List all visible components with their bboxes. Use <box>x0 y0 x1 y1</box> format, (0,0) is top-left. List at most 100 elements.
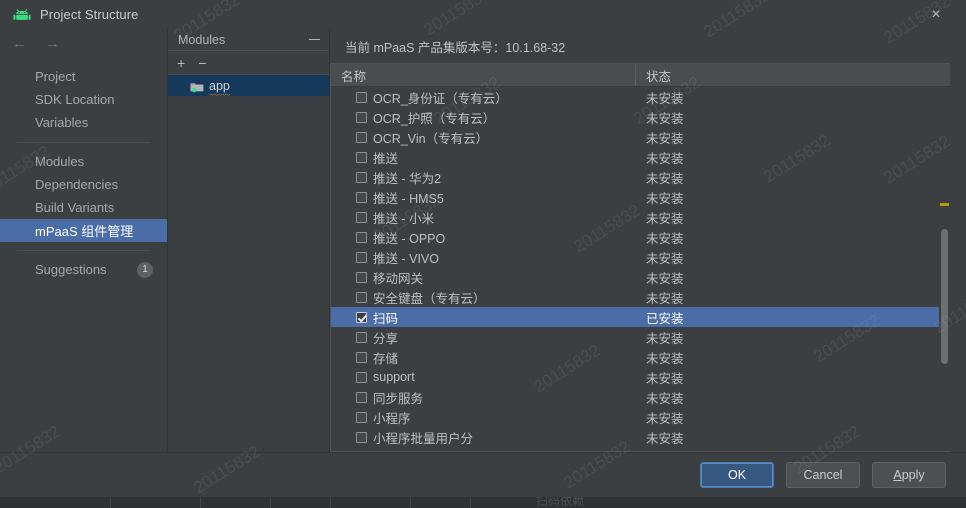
sidebar-item-sdk-location[interactable]: SDK Location <box>0 88 167 111</box>
checkbox-icon[interactable] <box>356 91 367 103</box>
sidebar-item-suggestions[interactable]: Suggestions 1 <box>0 258 167 281</box>
status-badge: 未安装 <box>646 131 684 146</box>
sidebar-divider <box>17 142 150 143</box>
status-badge: 未安装 <box>646 111 684 126</box>
components-table-body[interactable]: OCR_身份证（专有云） 未安装 OCR_护照（专有云） 未安装 OCR_Vin（专有云… <box>331 87 950 451</box>
table-row[interactable]: OCR_护照（专有云） 未安装 <box>331 107 950 127</box>
components-table: 名称 状态 OCR_身份证（专有云） 未安装 OCR_护照（专有云） 未安装 OCR_V… <box>330 63 950 452</box>
cell-component-name: 分享 <box>331 328 636 347</box>
component-name-label: support <box>373 370 415 384</box>
component-name-label: OCR_身份证（专有云） <box>373 91 508 106</box>
sidebar-item-mpaas-component-management[interactable]: mPaaS 组件管理 <box>0 219 167 242</box>
cell-component-name: 安全键盘（专有云） <box>331 288 636 307</box>
table-row[interactable]: 推送 - VIVO 未安装 <box>331 247 950 267</box>
remove-module-button[interactable]: − <box>198 56 206 70</box>
status-badge: 未安装 <box>646 191 684 206</box>
nav-history-controls: ← → <box>0 29 167 57</box>
component-name-label: 推送 - 小米 <box>373 211 435 226</box>
component-name-label: 分享 <box>373 331 399 346</box>
table-row[interactable]: support 未安装 <box>331 367 950 387</box>
status-badge: 未安装 <box>646 91 684 106</box>
checkbox-icon[interactable] <box>356 271 367 283</box>
product-version-label: 当前 mPaaS 产品集版本号：10.1.68-32 <box>345 40 566 55</box>
cell-component-name: support <box>331 370 636 384</box>
checkbox-icon[interactable] <box>356 291 367 303</box>
checkbox-icon[interactable] <box>356 171 367 183</box>
component-name-label: 推送 - OPPO <box>373 231 446 246</box>
table-header-row: 名称 状态 <box>331 64 950 87</box>
checkbox-icon[interactable] <box>356 351 367 363</box>
module-name: app <box>209 78 230 96</box>
checkbox-icon[interactable] <box>356 371 367 383</box>
table-row[interactable]: 小程序 未安装 <box>331 407 950 427</box>
table-vertical-scrollbar[interactable] <box>939 87 950 451</box>
checkbox-checked-icon[interactable] <box>356 311 367 323</box>
sidebar-item-variables[interactable]: Variables <box>0 111 167 134</box>
modules-panel-header: Modules <box>168 29 329 51</box>
table-row[interactable]: 推送 - 华为2 未安装 <box>331 167 950 187</box>
cell-component-name: 推送 <box>331 148 636 167</box>
checkbox-icon[interactable] <box>356 191 367 203</box>
table-row[interactable]: 安全键盘（专有云） 未安装 <box>331 287 950 307</box>
cell-component-name: 同步服务 <box>331 388 636 407</box>
table-row[interactable]: 推送 - HMS5 未安装 <box>331 187 950 207</box>
table-row[interactable]: 存储 未安装 <box>331 347 950 367</box>
checkbox-icon[interactable] <box>356 151 367 163</box>
forward-arrow-icon[interactable]: → <box>45 36 60 51</box>
add-module-button[interactable]: + <box>177 56 185 70</box>
status-badge: 已安装 <box>646 311 684 326</box>
sidebar-item-build-variants[interactable]: Build Variants <box>0 196 167 219</box>
table-row[interactable]: 推送 未安装 <box>331 147 950 167</box>
checkbox-icon[interactable] <box>356 331 367 343</box>
cell-component-name: 移动网关 <box>331 268 636 287</box>
checkbox-icon[interactable] <box>356 251 367 263</box>
component-name-label: 移动网关 <box>373 271 424 286</box>
status-badge: 未安装 <box>646 351 684 366</box>
dialog-button-bar: OK Cancel Apply <box>0 452 966 497</box>
sidebar-item-label: Suggestions <box>35 262 107 277</box>
dialog-titlebar: Project Structure × <box>0 0 966 29</box>
component-name-label: 小程序 <box>373 411 411 426</box>
modules-toolbar: + − <box>168 51 329 75</box>
back-arrow-icon[interactable]: ← <box>12 36 27 51</box>
component-name-label: OCR_护照（专有云） <box>373 111 496 126</box>
checkbox-icon[interactable] <box>356 111 367 123</box>
close-icon[interactable]: × <box>926 5 946 25</box>
component-name-label: 安全键盘（专有云） <box>373 291 486 306</box>
checkbox-icon[interactable] <box>356 391 367 403</box>
suggestions-count-badge: 1 <box>137 261 153 278</box>
module-tree-item-app[interactable]: app <box>168 75 329 96</box>
checkbox-icon[interactable] <box>356 211 367 223</box>
scrollbar-marker <box>940 203 949 206</box>
sidebar-group-1: Project SDK Location Variables <box>0 65 167 134</box>
table-row[interactable]: OCR_身份证（专有云） 未安装 <box>331 87 950 107</box>
component-name-label: 推送 <box>373 151 399 166</box>
sidebar-item-label: Dependencies <box>35 177 119 192</box>
checkbox-icon[interactable] <box>356 411 367 423</box>
module-folder-icon <box>190 80 204 92</box>
table-row[interactable]: 扫码 已安装 <box>331 307 950 327</box>
table-row[interactable]: OCR_Vin（专有云） 未安装 <box>331 127 950 147</box>
apply-button[interactable]: Apply <box>872 462 946 488</box>
table-row[interactable]: 同步服务 未安装 <box>331 387 950 407</box>
table-row[interactable]: 推送 - 小米 未安装 <box>331 207 950 227</box>
table-row[interactable]: 推送 - OPPO 未安装 <box>331 227 950 247</box>
cancel-button[interactable]: Cancel <box>786 462 860 488</box>
sidebar-item-project[interactable]: Project <box>0 65 167 88</box>
component-name-label: OCR_Vin（专有云） <box>373 131 489 146</box>
column-header-status[interactable]: 状态 <box>636 64 950 86</box>
table-row[interactable]: 小程序批量用户分 未安装 <box>331 427 950 447</box>
cell-component-name: 扫码 <box>331 308 636 327</box>
sidebar-item-dependencies[interactable]: Dependencies <box>0 173 167 196</box>
column-header-name[interactable]: 名称 <box>331 64 636 86</box>
ok-button[interactable]: OK <box>700 462 774 488</box>
table-row[interactable]: 分享 未安装 <box>331 327 950 347</box>
table-row[interactable]: 移动网关 未安装 <box>331 267 950 287</box>
settings-sidebar: ← → Project SDK Location Variables Modul… <box>0 29 168 452</box>
checkbox-icon[interactable] <box>356 131 367 143</box>
sidebar-item-modules[interactable]: Modules <box>0 150 167 173</box>
checkbox-icon[interactable] <box>356 231 367 243</box>
scrollbar-thumb[interactable] <box>941 229 948 364</box>
minimize-icon[interactable] <box>309 39 320 40</box>
checkbox-icon[interactable] <box>356 431 367 443</box>
